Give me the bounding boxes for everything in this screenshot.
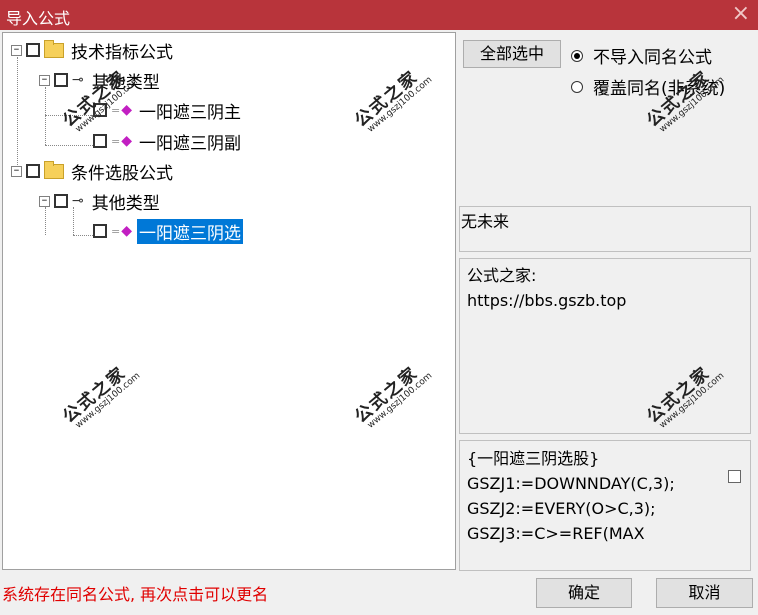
gem-icon: ◆ (121, 133, 132, 149)
tree-line (45, 115, 93, 116)
window-title: 导入公式 (6, 9, 71, 28)
radio-label: 覆盖同名(非系统) (593, 79, 726, 99)
formula-prefix-icon: = (111, 224, 121, 238)
tree-label: 一阳遮三阴副 (139, 133, 241, 154)
code-box[interactable]: {一阳遮三阴选股} GSZJ1:=DOWNNDAY(C,3); GSZJ2:=E… (459, 440, 751, 571)
tree-line (45, 87, 46, 145)
author-box: 无未来 (459, 206, 751, 252)
collapse-icon[interactable]: − (11, 165, 22, 177)
tree-label: 其他类型 (91, 72, 160, 93)
formula-prefix-icon: = (111, 134, 121, 148)
key-icon: ⊸ (72, 193, 84, 209)
select-all-button[interactable]: 全部选中 (463, 40, 561, 68)
checkbox[interactable] (26, 164, 40, 178)
code-line: GSZJ2:=EVERY(O>C,3); (467, 499, 656, 518)
code-checkbox[interactable] (728, 470, 741, 483)
ok-button[interactable]: 确定 (536, 578, 632, 608)
checkbox[interactable] (26, 43, 40, 57)
code-line: GSZJ1:=DOWNNDAY(C,3); (467, 474, 675, 493)
cancel-button[interactable]: 取消 (656, 578, 753, 608)
key-icon: ⊸ (72, 72, 84, 88)
formula-tree[interactable]: − 技术指标公式 − ⊸ 其他类型 = ◆ 一阳遮三阴主 = ◆ 一阳遮三阴副 … (2, 32, 456, 570)
collapse-icon[interactable]: − (11, 44, 22, 56)
author-text: 无未来 (461, 209, 510, 234)
info-box[interactable]: 公式之家: https://bbs.gszb.top (459, 258, 751, 434)
tree-node-group1[interactable]: − 技术指标公式 (11, 38, 175, 63)
checkbox[interactable] (93, 224, 107, 238)
checkbox[interactable] (54, 73, 68, 87)
title-bar: 导入公式 × (0, 0, 758, 30)
radio-icon[interactable] (571, 80, 583, 93)
radio-overwrite[interactable]: 覆盖同名(非系统) (571, 74, 725, 99)
checkbox[interactable] (93, 103, 107, 117)
radio-no-import[interactable]: 不导入同名公式 (571, 43, 712, 68)
code-line: GSZJ3:=C>=REF(MAX (467, 524, 645, 543)
tree-line (45, 145, 93, 146)
tree-label: 一阳遮三阴主 (139, 102, 241, 123)
checkbox[interactable] (93, 134, 107, 148)
radio-label: 不导入同名公式 (593, 48, 712, 68)
code-text: {一阳遮三阴选股} GSZJ1:=DOWNNDAY(C,3); GSZJ2:=E… (467, 446, 729, 546)
gem-icon: ◆ (121, 102, 132, 118)
tree-label: 技术指标公式 (71, 42, 173, 63)
info-line: 公式之家: (467, 266, 537, 285)
close-icon[interactable]: × (732, 2, 750, 26)
formula-prefix-icon: = (111, 103, 121, 117)
radio-icon[interactable] (571, 49, 583, 62)
tree-node-item[interactable]: = ◆ 一阳遮三阴副 (93, 129, 243, 154)
tree-node-group2[interactable]: − 条件选股公式 (11, 159, 175, 184)
tree-node-item-selected[interactable]: = ◆ 一阳遮三阴选 (93, 218, 243, 244)
tree-node-group2-sub[interactable]: − ⊸ 其他类型 (39, 189, 162, 214)
collapse-icon[interactable]: − (39, 195, 50, 207)
tree-line (73, 235, 93, 236)
folder-icon (44, 160, 64, 179)
tree-label: 一阳遮三阴选 (137, 218, 243, 244)
checkbox[interactable] (54, 194, 68, 208)
gem-icon: ◆ (121, 223, 132, 239)
status-message: 系统存在同名公式, 再次点击可以更名 (2, 585, 269, 604)
tree-node-item[interactable]: = ◆ 一阳遮三阴主 (93, 98, 243, 123)
info-line: https://bbs.gszb.top (467, 291, 627, 310)
code-line: {一阳遮三阴选股} (467, 449, 600, 468)
collapse-icon[interactable]: − (39, 74, 50, 86)
folder-icon (44, 39, 64, 58)
tree-label: 其他类型 (91, 193, 160, 214)
tree-node-group1-sub[interactable]: − ⊸ 其他类型 (39, 68, 162, 93)
info-text: 公式之家: https://bbs.gszb.top (467, 263, 727, 313)
tree-label: 条件选股公式 (71, 163, 173, 184)
